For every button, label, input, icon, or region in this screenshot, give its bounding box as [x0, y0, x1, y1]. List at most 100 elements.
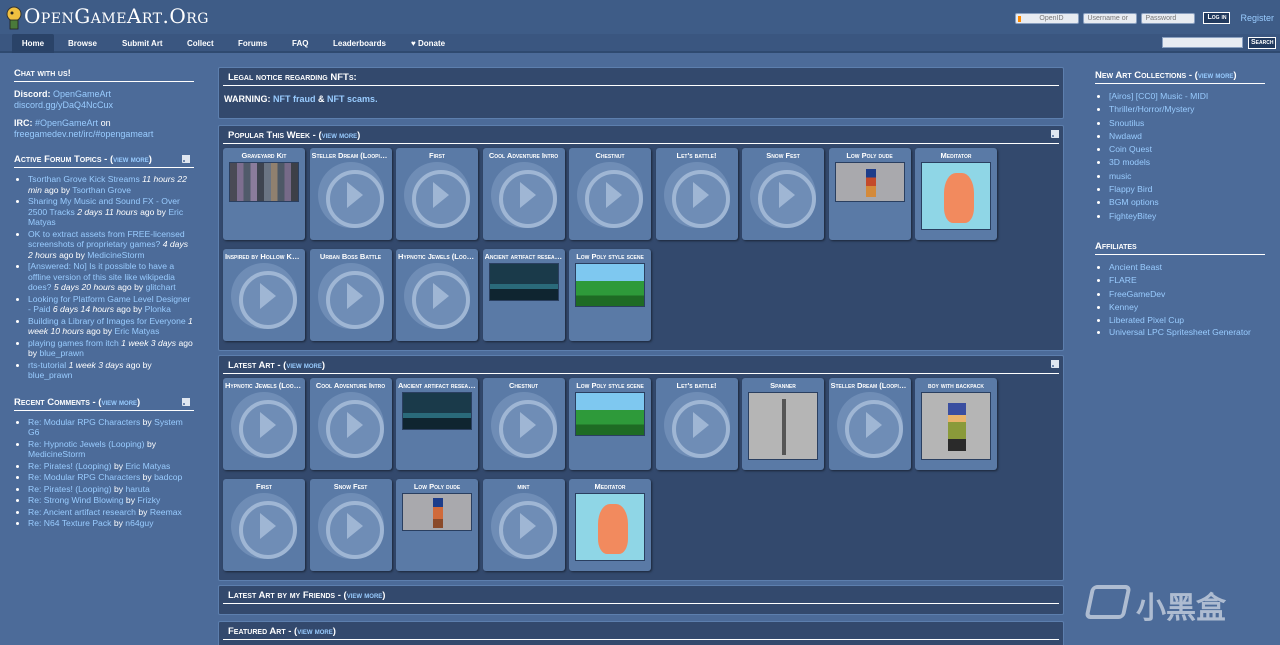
forum-view-more-link[interactable]: view more: [113, 155, 149, 164]
username-input[interactable]: Username or: [1083, 12, 1138, 24]
collection-link[interactable]: Thriller/Horror/Mystery: [1109, 104, 1194, 114]
audio-play-icon[interactable]: [836, 392, 903, 458]
site-logo-icon[interactable]: [4, 5, 24, 31]
art-tile-title[interactable]: boy with backpack: [917, 381, 995, 390]
discord-url-link[interactable]: discord.gg/yDaQ4NcCux: [14, 100, 113, 110]
nav-faq[interactable]: FAQ: [292, 34, 308, 53]
art-thumbnail[interactable]: [575, 493, 645, 561]
art-thumbnail[interactable]: [575, 263, 645, 307]
rss-icon[interactable]: [1051, 130, 1059, 138]
audio-play-icon[interactable]: [317, 392, 384, 458]
comment-link[interactable]: Re: Modular RPG Characters: [28, 417, 140, 427]
art-tile-title[interactable]: Hypnotic Jewels (Looping): [225, 381, 303, 390]
art-tile[interactable]: Graveyard Kit: [223, 148, 305, 240]
art-tile[interactable]: Steller Dream (Looping): [828, 378, 911, 470]
art-tile-title[interactable]: Snow Fest: [312, 482, 390, 491]
audio-play-icon[interactable]: [404, 162, 470, 228]
topic-user-link[interactable]: Plonka: [145, 304, 171, 314]
art-thumbnail[interactable]: [921, 162, 991, 230]
art-tile[interactable]: Meditator: [915, 148, 997, 240]
art-tile[interactable]: Low Poly dude: [396, 479, 478, 571]
comment-user-link[interactable]: Frizky: [137, 495, 160, 505]
friends-view-more-link[interactable]: view more: [347, 591, 383, 600]
art-tile[interactable]: Low Poly style scene: [569, 378, 651, 470]
nav-browse[interactable]: Browse: [68, 34, 97, 53]
art-tile-title[interactable]: Cool Adventure Intro: [312, 381, 390, 390]
affiliate-link[interactable]: Kenney: [1109, 302, 1138, 312]
collection-link[interactable]: Snoutilus: [1109, 118, 1144, 128]
forum-topic-link[interactable]: Tsorthan Grove Kick Streams: [28, 174, 140, 184]
nft-scams-link[interactable]: NFT scams.: [327, 94, 378, 104]
rss-icon[interactable]: [182, 155, 190, 163]
art-tile-title[interactable]: Snow Fest: [744, 151, 822, 160]
collection-link[interactable]: Nwdawd: [1109, 131, 1142, 141]
forum-topic-link[interactable]: OK to extract assets from FREE-licensed …: [28, 229, 185, 250]
comment-user-link[interactable]: haruta: [125, 484, 149, 494]
collection-link[interactable]: [Airos] [CC0] Music - MIDI: [1109, 91, 1208, 101]
audio-play-icon[interactable]: [231, 392, 297, 458]
art-tile-title[interactable]: Hypnotic Jewels (Looping): [398, 252, 476, 261]
art-tile[interactable]: Cool Adventure Intro: [309, 378, 392, 470]
art-tile-title[interactable]: Low Poly style scene: [571, 252, 649, 261]
forum-topic-link[interactable]: playing games from itch: [28, 338, 119, 348]
collection-link[interactable]: FighteyBitey: [1109, 211, 1156, 221]
comment-user-link[interactable]: Reemax: [150, 507, 182, 517]
topic-user-link[interactable]: MedicineStorm: [87, 250, 144, 260]
art-thumbnail[interactable]: [402, 493, 472, 531]
art-tile-title[interactable]: Chestnut: [571, 151, 649, 160]
art-tile[interactable]: Hypnotic Jewels (Looping): [396, 249, 478, 341]
art-tile-title[interactable]: Ancient artifact research: [485, 252, 563, 261]
topic-user-link[interactable]: Tsorthan Grove: [72, 185, 131, 195]
art-tile[interactable]: Low Poly dude: [828, 148, 911, 240]
art-tile-title[interactable]: Graveyard Kit: [225, 151, 303, 160]
art-thumbnail[interactable]: [402, 392, 472, 430]
collections-view-more-link[interactable]: view more: [1198, 71, 1234, 80]
forum-topic-link[interactable]: rts-tutorial: [28, 360, 66, 370]
art-tile[interactable]: Chestnut: [569, 148, 651, 240]
art-tile[interactable]: Inspired by Hollow Knight: [223, 249, 305, 341]
rss-icon[interactable]: [182, 397, 190, 406]
nav-submit-art[interactable]: Submit Art: [122, 34, 163, 53]
comment-link[interactable]: Re: Hypnotic Jewels (Looping): [28, 439, 145, 449]
art-thumbnail[interactable]: [921, 392, 991, 460]
affiliate-link[interactable]: Ancient Beast: [1109, 262, 1162, 272]
art-thumbnail[interactable]: [748, 392, 818, 460]
featured-view-more-link[interactable]: view more: [297, 627, 333, 636]
comment-link[interactable]: Re: Pirates! (Looping): [28, 461, 112, 471]
comment-link[interactable]: Re: Pirates! (Looping): [28, 484, 112, 494]
art-tile-title[interactable]: First: [398, 151, 476, 160]
art-tile-title[interactable]: First: [225, 482, 303, 491]
art-tile-title[interactable]: Cool Adventure Intro: [485, 151, 563, 160]
art-thumbnail[interactable]: [229, 162, 299, 202]
password-input[interactable]: Password: [1141, 12, 1196, 24]
audio-play-icon[interactable]: [404, 263, 470, 329]
comments-view-more-link[interactable]: view more: [101, 398, 137, 407]
art-tile[interactable]: Snow Fest: [309, 479, 392, 571]
audio-play-icon[interactable]: [750, 162, 816, 228]
audio-play-icon[interactable]: [231, 493, 297, 559]
art-tile[interactable]: mint: [482, 479, 565, 571]
art-tile[interactable]: Let's battle!: [655, 148, 738, 240]
popular-view-more-link[interactable]: view more: [322, 131, 358, 140]
nav-forums[interactable]: Forums: [238, 34, 267, 53]
affiliate-link[interactable]: Liberated Pixel Cup: [1109, 315, 1184, 325]
art-thumbnail[interactable]: [575, 392, 645, 436]
comment-user-link[interactable]: n64guy: [125, 518, 153, 528]
audio-play-icon[interactable]: [317, 162, 384, 228]
art-tile[interactable]: Ancient artifact research: [482, 249, 565, 341]
art-tile-title[interactable]: Chestnut: [485, 381, 563, 390]
comment-link[interactable]: Re: Modular RPG Characters: [28, 472, 140, 482]
art-tile[interactable]: Ancient artifact research: [396, 378, 478, 470]
nav-home[interactable]: Home: [12, 34, 54, 53]
comment-link[interactable]: Re: Strong Wind Blowing: [28, 495, 124, 505]
irc-channel-link[interactable]: #OpenGameArt: [35, 118, 98, 128]
art-tile-title[interactable]: Let's battle!: [658, 151, 736, 160]
nft-fraud-link[interactable]: NFT fraud: [273, 94, 316, 104]
collection-link[interactable]: music: [1109, 171, 1131, 181]
comment-user-link[interactable]: MedicineStorm: [28, 449, 85, 459]
comment-user-link[interactable]: Eric Matyas: [125, 461, 170, 471]
topic-user-link[interactable]: blue_prawn: [28, 370, 72, 380]
art-tile[interactable]: Chestnut: [482, 378, 565, 470]
art-tile-title[interactable]: Urban Boss Battle: [312, 252, 390, 261]
art-tile[interactable]: Cool Adventure Intro: [482, 148, 565, 240]
